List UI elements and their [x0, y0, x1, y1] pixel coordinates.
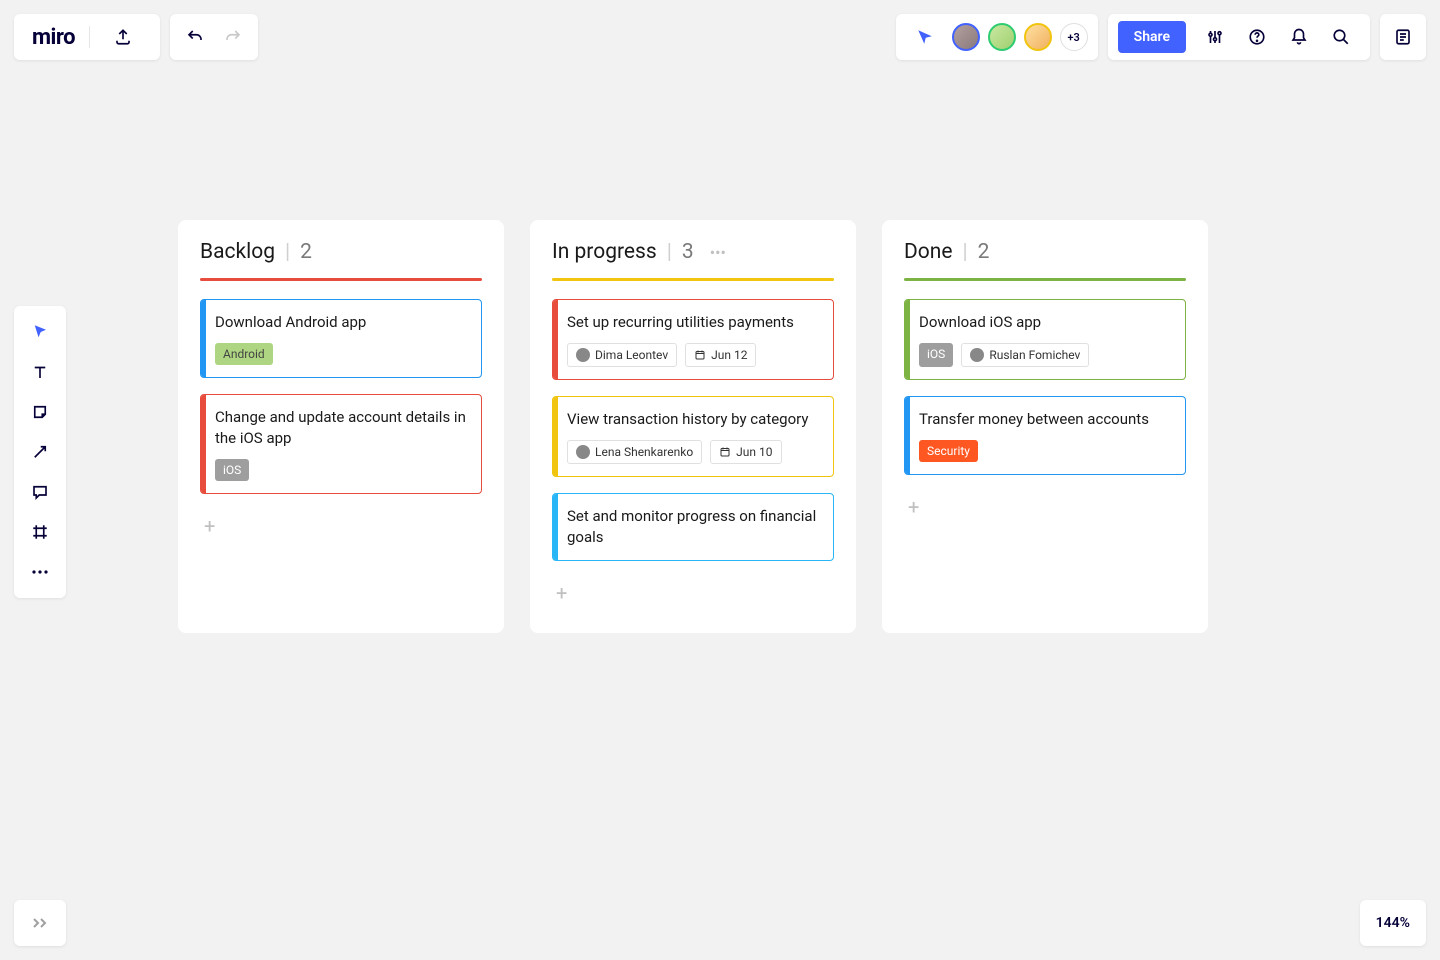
expand-toolbar-button[interactable]: [14, 900, 66, 946]
kanban-column: In progress | 3 ••• Set up recurring utiliti…: [530, 220, 856, 633]
redo-icon[interactable]: [214, 14, 252, 60]
share-button[interactable]: Share: [1118, 21, 1186, 53]
card-meta: Security: [919, 440, 1171, 462]
card-assignee: Lena Shenkarenko: [567, 440, 702, 464]
card-meta: Android: [215, 343, 467, 365]
card-date: Jun 10: [710, 440, 781, 464]
presence-group: +3: [896, 14, 1098, 60]
top-toolbar: miro +3 Share: [0, 14, 1440, 60]
column-menu-icon[interactable]: •••: [710, 243, 726, 262]
kanban-card[interactable]: Set up recurring utilities payments Dima …: [552, 299, 834, 380]
kanban-column: Done | 2 Download iOS app iOS Ruslan Fomichev…: [882, 220, 1208, 633]
controls-group: Share: [1108, 14, 1370, 60]
calendar-icon: [694, 349, 706, 361]
add-card-button[interactable]: +: [904, 491, 1186, 523]
card-meta: Lena Shenkarenko Jun 10: [567, 440, 819, 464]
cursor-follow-icon[interactable]: [906, 14, 944, 60]
kanban-column: Backlog | 2 Download Android app Android Chan…: [178, 220, 504, 633]
kanban-card[interactable]: Set and monitor progress on financial go…: [552, 493, 834, 561]
avatar-user-3[interactable]: [1024, 23, 1052, 51]
calendar-icon: [719, 446, 731, 458]
kanban-card[interactable]: Download iOS app iOS Ruslan Fomichev: [904, 299, 1186, 380]
sticky-note-tool[interactable]: [14, 392, 66, 432]
column-divider: [552, 278, 834, 281]
separator: |: [963, 240, 968, 264]
avatar-user-2[interactable]: [988, 23, 1016, 51]
kanban-card[interactable]: Change and update account details in the…: [200, 394, 482, 494]
help-icon[interactable]: [1238, 14, 1276, 60]
separator: |: [285, 240, 290, 264]
card-tag: Security: [919, 440, 978, 462]
card-title: Change and update account details in the…: [215, 407, 467, 449]
card-title: Set and monitor progress on financial go…: [567, 506, 819, 548]
add-card-button[interactable]: +: [200, 510, 482, 542]
kanban-card[interactable]: View transaction history by category Lena…: [552, 396, 834, 477]
select-tool[interactable]: [14, 312, 66, 352]
card-meta: Dima Leontev Jun 12: [567, 343, 819, 367]
card-title: Download Android app: [215, 312, 467, 333]
column-divider: [904, 278, 1186, 281]
column-header[interactable]: In progress | 3 •••: [552, 240, 834, 264]
card-title: Download iOS app: [919, 312, 1171, 333]
card-meta: iOS: [215, 459, 467, 481]
kanban-card[interactable]: Download Android app Android: [200, 299, 482, 378]
add-card-button[interactable]: +: [552, 577, 834, 609]
separator: [89, 26, 90, 48]
card-tag: Android: [215, 343, 273, 365]
export-icon[interactable]: [104, 14, 142, 60]
comment-tool[interactable]: [14, 472, 66, 512]
column-divider: [200, 278, 482, 281]
notes-panel-button[interactable]: [1380, 14, 1426, 60]
card-assignee: Dima Leontev: [567, 343, 677, 367]
column-header[interactable]: Done | 2: [904, 240, 1186, 264]
card-tag: iOS: [919, 343, 953, 367]
card-meta: iOS Ruslan Fomichev: [919, 343, 1171, 367]
column-count: 2: [300, 240, 312, 264]
column-title: Done: [904, 240, 953, 264]
notifications-icon[interactable]: [1280, 14, 1318, 60]
card-title: Set up recurring utilities payments: [567, 312, 819, 333]
column-count: 3: [682, 240, 694, 264]
arrow-tool[interactable]: [14, 432, 66, 472]
undo-icon[interactable]: [176, 14, 214, 60]
avatar-icon: [576, 445, 590, 459]
column-title: In progress: [552, 240, 657, 264]
settings-icon[interactable]: [1196, 14, 1234, 60]
avatar-user-1[interactable]: [952, 23, 980, 51]
search-icon[interactable]: [1322, 14, 1360, 60]
app-logo[interactable]: miro: [32, 25, 75, 50]
zoom-level[interactable]: 144%: [1360, 900, 1426, 946]
kanban-card[interactable]: Transfer money between accounts Security: [904, 396, 1186, 475]
avatar-overflow[interactable]: +3: [1060, 23, 1088, 51]
kanban-board: Backlog | 2 Download Android app Android Chan…: [178, 220, 1208, 633]
column-title: Backlog: [200, 240, 275, 264]
undo-redo-group: [170, 14, 258, 60]
left-toolbar: [14, 306, 66, 598]
logo-group: miro: [14, 14, 160, 60]
column-header[interactable]: Backlog | 2: [200, 240, 482, 264]
text-tool[interactable]: [14, 352, 66, 392]
card-date: Jun 12: [685, 343, 756, 367]
card-title: Transfer money between accounts: [919, 409, 1171, 430]
card-title: View transaction history by category: [567, 409, 819, 430]
column-count: 2: [978, 240, 990, 264]
frame-tool[interactable]: [14, 512, 66, 552]
avatar-icon: [576, 348, 590, 362]
avatar-icon: [970, 348, 984, 362]
card-tag: iOS: [215, 459, 249, 481]
more-tools-icon[interactable]: [14, 552, 66, 592]
card-assignee: Ruslan Fomichev: [961, 343, 1089, 367]
separator: |: [667, 240, 672, 264]
